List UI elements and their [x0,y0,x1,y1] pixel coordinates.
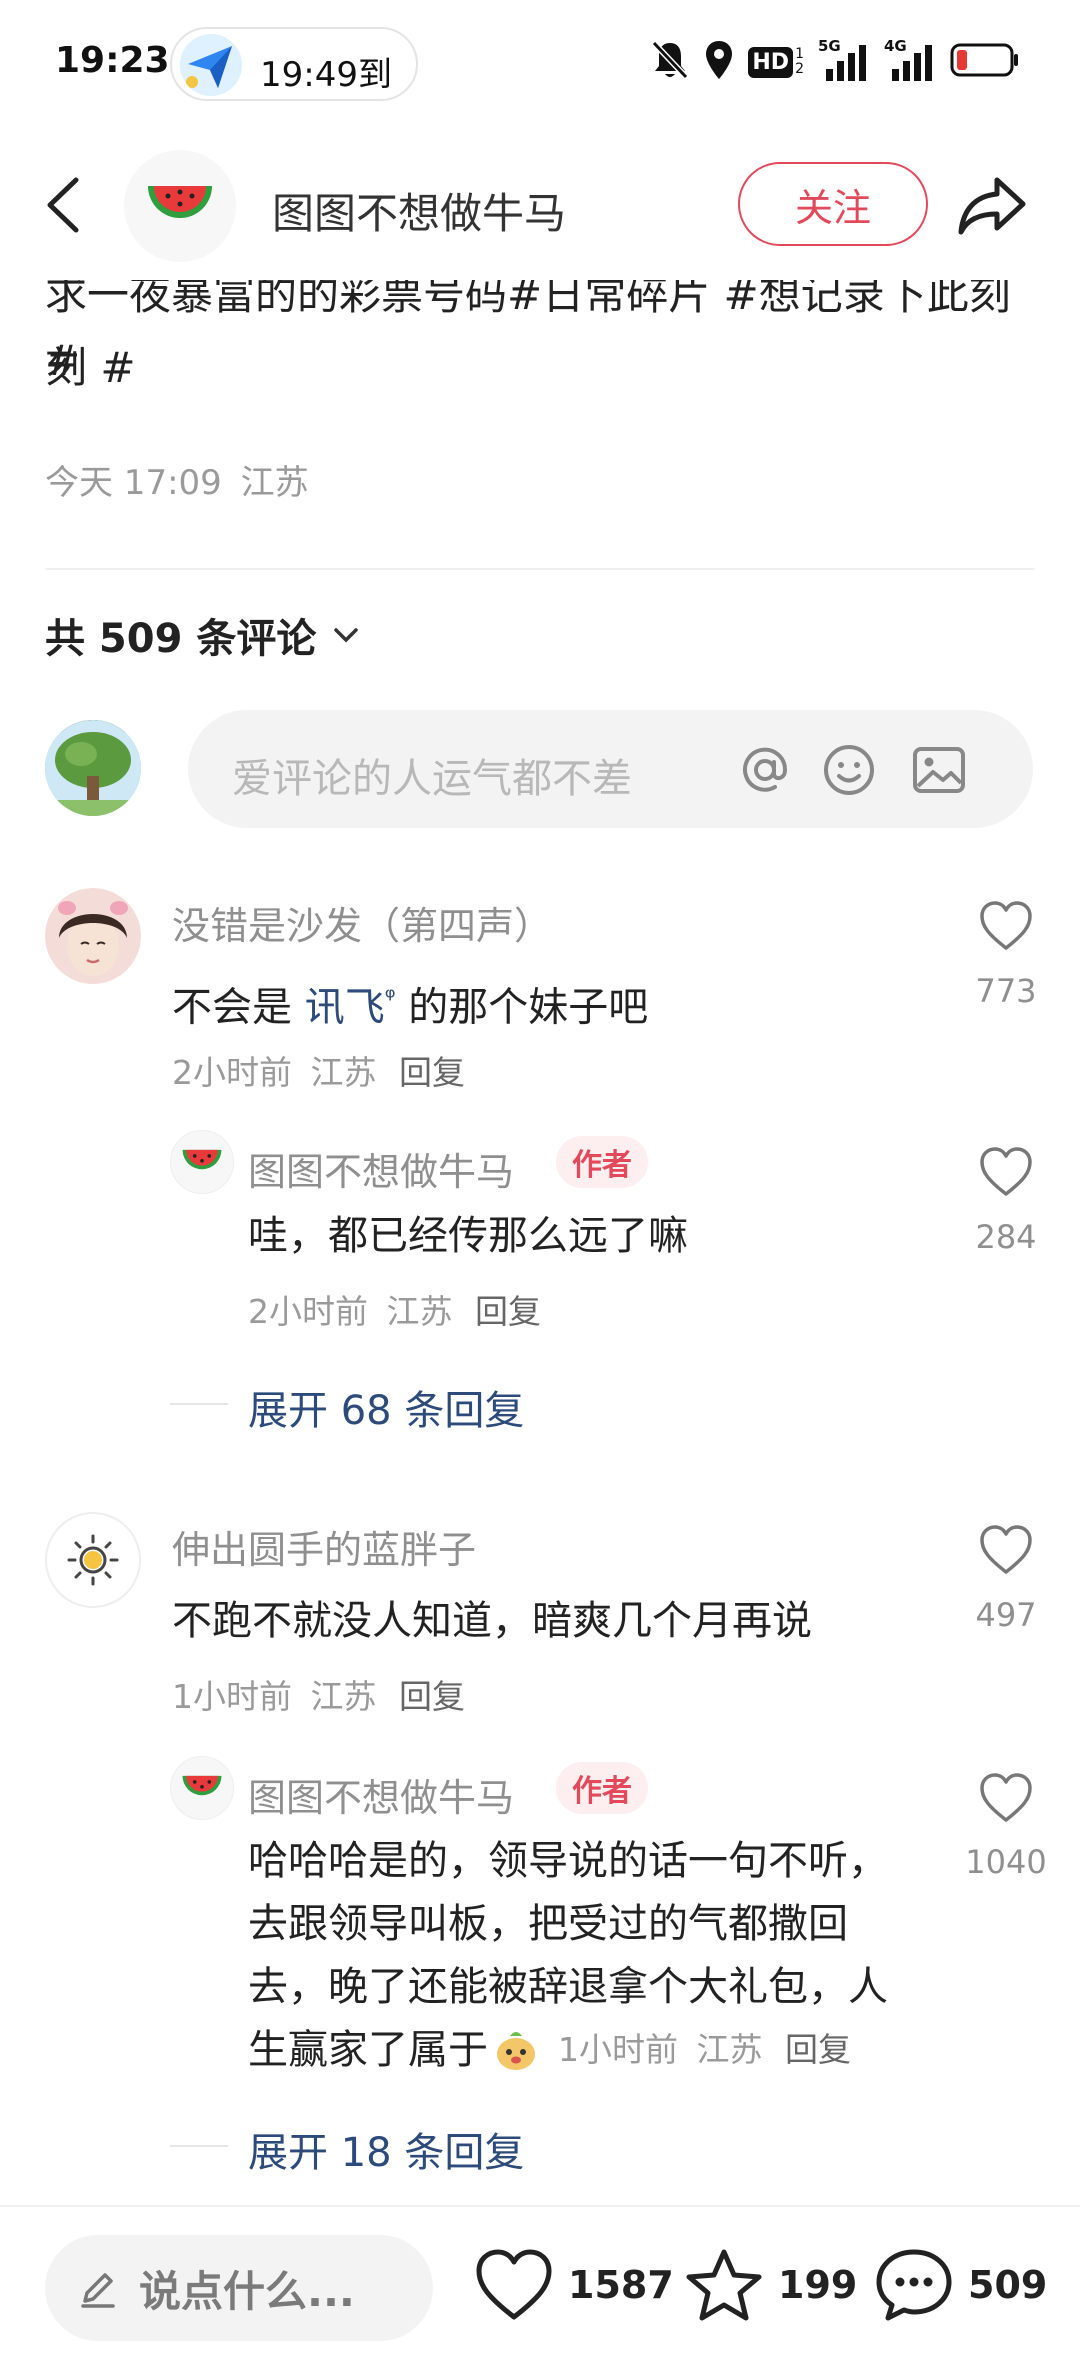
expand-replies-button[interactable]: 展开 68 条回复 [248,1378,524,1436]
status-icons: HD 12 5G 4G [650,37,1020,85]
commenter-avatar[interactable] [45,888,141,984]
emoji-icon[interactable] [819,740,879,800]
post-content: 求一夜暴富的的彩票号码#日常碎片 #想记录下此刻 # [0,280,1080,400]
author-badge: 作者 [556,1136,648,1188]
hd-icon: HD 12 [748,46,804,78]
commenter-name[interactable]: 伸出圆手的蓝胖子 [172,1519,476,1574]
sun-icon [67,1534,119,1586]
location-icon [704,39,734,85]
like-count: 1040 [965,1843,1047,1881]
signal-4g-icon: 4G [884,37,936,83]
image-icon[interactable] [909,740,969,800]
reply-text-line: 去，晚了还能被辞退拿个大礼包，人 [248,1964,888,2010]
like-heart-icon[interactable] [978,1146,1034,1198]
reply-button[interactable]: 回复 [475,1292,541,1331]
comment-button[interactable] [874,2247,954,2327]
like-button[interactable] [474,2247,554,2327]
like-heart-icon[interactable] [978,1772,1034,1824]
follow-button[interactable]: 关注 [738,162,928,246]
comment-text: 不会是 讯飞ᵠ 的那个妹子吧 [172,983,649,1031]
reply-author-name[interactable]: 图图不想做牛马 [248,1141,514,1196]
reply-meta: 2小时前 江苏 回复 [248,1292,541,1331]
battery-low-icon [950,42,1020,82]
navigation-arrow-icon [180,34,242,96]
reply-button[interactable]: 回复 [399,1053,465,1092]
say-something-input[interactable]: 说点什么... [45,2235,433,2341]
say-something-placeholder: 说点什么... [139,2266,355,2316]
like-heart-icon[interactable] [978,1524,1034,1576]
comment-total: 509 [968,2263,1048,2307]
expand-divider [170,1403,228,1405]
comment-input-placeholder: 爱评论的人运气都不差 [232,756,632,802]
status-bar: 19:23 19:49到 HD 1 2 5G 4G [0,0,1080,130]
post-text: 求一夜暴富的的彩票号码#日常碎片 #想记录下此刻 # [45,280,1011,385]
heart-icon [476,2249,552,2320]
comment-count[interactable]: 共 509 条评论 [45,606,360,664]
author-badge: 作者 [556,1762,648,1814]
expand-replies-button[interactable]: 展开 18 条回复 [248,2120,524,2178]
author-name[interactable]: 图图不想做牛马 [272,180,566,241]
share-button[interactable] [955,170,1029,240]
signal-5g-icon: 5G [818,37,870,83]
star-icon [686,2249,762,2321]
bottom-action-bar: 说点什么... 1587 199 509 [0,2205,1080,2376]
reply-text-line: 去跟领导叫板，把受过的气都撒回 [248,1901,848,1947]
favorite-total: 199 [778,2263,858,2307]
search-icon: ᵠ [384,983,396,1013]
share-arrow-icon [958,177,1026,235]
post-meta: 今天 17:09 江苏 [45,463,309,503]
comment-meta: 2小时前 江苏 回复 [172,1053,465,1092]
reply-author-name[interactable]: 图图不想做牛马 [248,1767,514,1822]
comment-meta: 1小时前 江苏 回复 [172,1677,465,1716]
author-avatar[interactable] [124,150,236,262]
like-count: 284 [975,1218,1037,1256]
status-time: 19:23 [55,40,170,81]
chevron-down-icon [334,628,359,643]
bell-muted-icon [650,39,690,85]
navigation-pill[interactable]: 19:49到 [170,27,418,101]
comment-text: 不跑不就没人知道，暗爽几个月再说 [172,1598,812,1644]
watermelon-icon [182,1775,222,1796]
like-total: 1587 [568,2263,674,2307]
reply-button[interactable]: 回复 [399,1677,465,1716]
comment-input[interactable]: 爱评论的人运气都不差 [188,710,1033,828]
top-header: 图图不想做牛马 关注 [0,130,1080,280]
reply-meta: 1小时前 江苏 回复 [558,2030,851,2069]
post-text-tail: 刻 # [45,343,136,392]
arrival-time: 19:49到 [260,55,392,95]
author-reply-avatar[interactable] [170,1756,234,1820]
reply-text-line: 哈哈哈是的，领导说的话一句不听， [248,1838,888,1884]
my-avatar [45,720,141,816]
favorite-button[interactable] [684,2247,764,2327]
reply-button[interactable]: 回复 [785,2030,851,2069]
author-reply-avatar[interactable] [170,1130,234,1194]
reply-text: 哇，都已经传那么远了嘛 [248,1213,688,1259]
expand-divider [170,2145,228,2147]
watermelon-icon [148,186,212,218]
chat-bubble-icon [876,2249,952,2321]
dog-emoji-icon [497,2032,535,2070]
like-count: 497 [975,1596,1037,1634]
pencil-icon [81,2273,115,2308]
like-heart-icon[interactable] [978,900,1034,952]
divider [45,568,1035,570]
search-keyword-link[interactable]: 讯飞 [305,984,385,1030]
chevron-left-icon [47,177,79,233]
back-button[interactable] [38,170,90,240]
like-count: 773 [975,972,1037,1010]
watermelon-icon [182,1149,222,1170]
commenter-avatar[interactable] [45,1512,141,1608]
at-mention-icon[interactable] [735,740,795,800]
reply-text-line: 生赢家了属于 1小时前 江苏 回复 [248,2019,851,2081]
commenter-name[interactable]: 没错是沙发（第四声） [172,895,552,950]
